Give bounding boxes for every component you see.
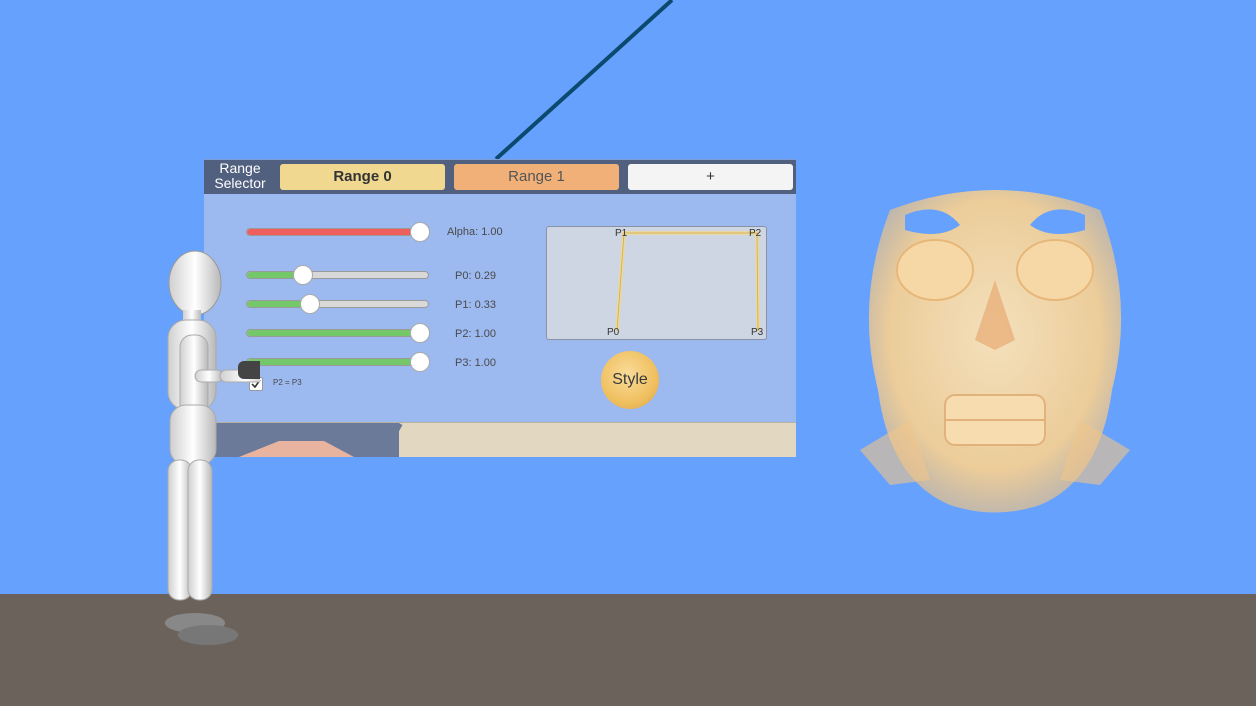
volume-rendered-skull bbox=[860, 190, 1130, 513]
alpha-slider-fill bbox=[247, 229, 428, 235]
graph-point-p0: P0 bbox=[607, 327, 620, 338]
alpha-label: Alpha: 1.00 bbox=[447, 226, 503, 238]
transfer-function-curve bbox=[615, 231, 760, 332]
alpha-slider[interactable] bbox=[246, 228, 429, 236]
p3-slider-fill bbox=[247, 359, 428, 365]
graph-point-p2: P2 bbox=[749, 228, 762, 239]
transfer-function-graph[interactable]: P0 P1 P2 P3 bbox=[546, 226, 767, 340]
p2-label: P2: 1.00 bbox=[455, 328, 496, 340]
tab-range-0[interactable]: Range 0 bbox=[280, 164, 445, 190]
p2-slider-knob[interactable] bbox=[410, 323, 430, 343]
add-range-button[interactable]: + bbox=[628, 164, 793, 190]
p3-slider-knob[interactable] bbox=[410, 352, 430, 372]
style-button[interactable]: Style bbox=[601, 351, 659, 409]
p3-label: P3: 1.00 bbox=[455, 357, 496, 369]
panel-header: Range Selector Range 0 Range 1 + bbox=[204, 160, 796, 194]
range-selector-panel: Range Selector Range 0 Range 1 + Alpha: … bbox=[204, 159, 796, 457]
p0-label: P0: 0.29 bbox=[455, 270, 496, 282]
p1-slider[interactable] bbox=[246, 300, 429, 308]
graph-point-p3: P3 bbox=[751, 327, 764, 338]
p2-equals-p3-label: P2 = P3 bbox=[273, 378, 302, 387]
p2-slider-fill bbox=[247, 330, 428, 336]
mannequin-avatar bbox=[165, 250, 260, 645]
panel-title: Range Selector bbox=[214, 160, 266, 191]
p1-label: P1: 0.33 bbox=[455, 299, 496, 311]
p2-slider[interactable] bbox=[246, 329, 429, 337]
p1-slider-knob[interactable] bbox=[300, 294, 320, 314]
p0-slider-knob[interactable] bbox=[293, 265, 313, 285]
tab-range-1[interactable]: Range 1 bbox=[454, 164, 619, 190]
p0-slider[interactable] bbox=[246, 271, 429, 279]
p3-slider[interactable] bbox=[246, 358, 429, 366]
histogram-graph bbox=[239, 423, 403, 457]
graph-point-p1: P1 bbox=[615, 228, 628, 239]
histogram-strip bbox=[204, 422, 796, 457]
alpha-slider-knob[interactable] bbox=[410, 222, 430, 242]
